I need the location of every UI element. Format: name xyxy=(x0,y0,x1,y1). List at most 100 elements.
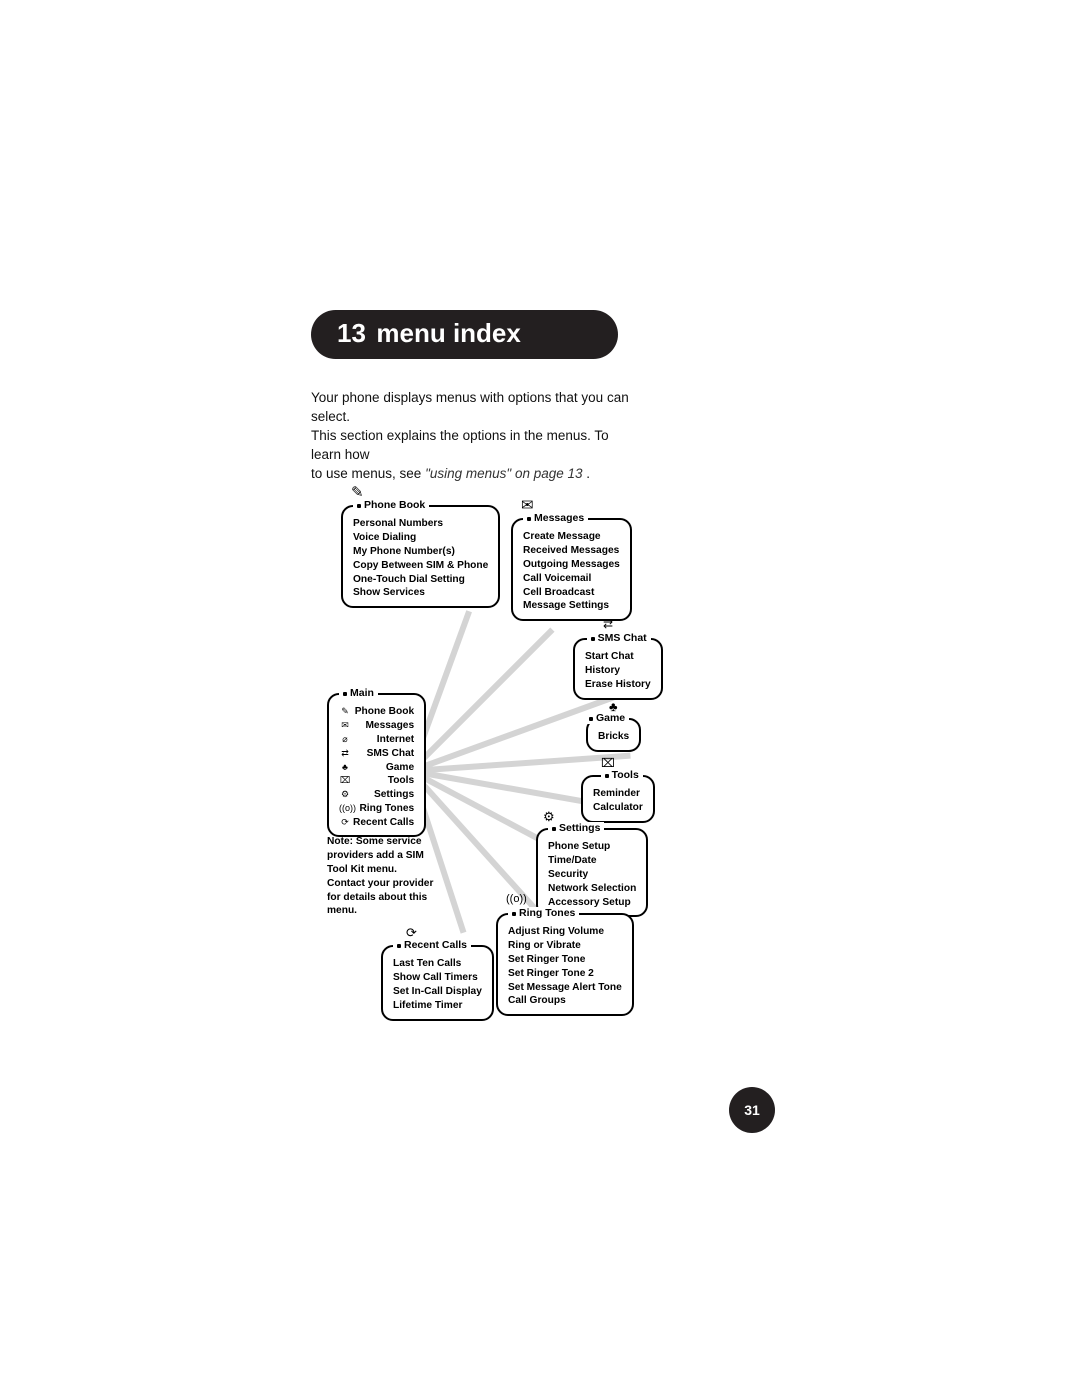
menu-item: Show Services xyxy=(353,586,488,600)
ringtones-icon: ((o)) xyxy=(506,893,527,905)
intro-crossref: "using menus" on page 13 xyxy=(425,466,582,481)
menu-box-title: Main xyxy=(339,687,378,699)
menu-box-ringtones: Ring Tones Adjust Ring Volume Ring or Vi… xyxy=(496,913,634,1016)
menu-item: ((o)) Ring Tones xyxy=(339,802,414,816)
menu-item-label: Messages xyxy=(365,720,414,731)
menu-box-title: Tools xyxy=(601,769,643,781)
menu-item: ⌀ Internet xyxy=(339,733,414,747)
page-number: 31 xyxy=(744,1102,760,1118)
menu-item-label: Ring Tones xyxy=(359,803,414,814)
page-number-badge: 31 xyxy=(729,1087,775,1133)
mini-icon: ⟳ xyxy=(339,816,351,828)
menu-item-label: Phone Book xyxy=(355,706,414,717)
chapter-number: 13 xyxy=(337,318,366,348)
menu-item-label: Recent Calls xyxy=(353,817,414,828)
menu-item: History xyxy=(585,664,651,678)
menu-item: ⚙ Settings xyxy=(339,788,414,802)
menu-item: Security xyxy=(548,868,636,882)
menu-item: Show Call Timers xyxy=(393,971,482,985)
menu-item: Lifetime Timer xyxy=(393,999,482,1013)
menu-item: Last Ten Calls xyxy=(393,957,482,971)
menu-box-title: Settings xyxy=(548,822,604,834)
intro-line: to use menus, see xyxy=(311,466,425,481)
menu-item: Time/Date xyxy=(548,854,636,868)
menu-items-list: Reminder Calculator xyxy=(593,787,643,815)
menu-item: ♣Game xyxy=(339,761,414,775)
menu-item: My Phone Number(s) xyxy=(353,545,488,559)
document-page: 13 menu index Your phone displays menus … xyxy=(311,310,791,1073)
menu-box-game: Game Bricks xyxy=(586,718,641,752)
chapter-heading-bar: 13 menu index xyxy=(311,310,618,359)
menu-item: Copy Between SIM & Phone xyxy=(353,559,488,573)
settings-icon: ⚙ xyxy=(543,809,555,825)
menu-item: Reminder xyxy=(593,787,643,801)
messages-icon: ✉ xyxy=(521,496,534,514)
menu-item-label: Internet xyxy=(377,734,414,745)
menu-box-title: Phone Book xyxy=(353,499,429,511)
menu-box-phonebook: Phone Book Personal Numbers Voice Dialin… xyxy=(341,505,500,608)
smschat-icon: ⇄ xyxy=(603,617,613,631)
menu-item: ⇄ SMS Chat xyxy=(339,747,414,761)
menu-item: ✎ Phone Book xyxy=(339,705,414,719)
menu-box-title: Recent Calls xyxy=(393,939,471,951)
mini-icon: ⚙ xyxy=(339,788,351,800)
menu-box-smschat: SMS Chat Start Chat History Erase Histor… xyxy=(573,638,663,699)
menu-items-list: Phone Setup Time/Date Security Network S… xyxy=(548,840,636,909)
menu-item: Bricks xyxy=(598,730,629,744)
phonebook-icon: ✎ xyxy=(351,483,364,501)
mini-icon: ⇄ xyxy=(339,747,351,759)
intro-line: . xyxy=(583,466,591,481)
menu-item: ✉ Messages xyxy=(339,719,414,733)
menu-item: Adjust Ring Volume xyxy=(508,925,622,939)
menu-item: Set In-Call Display xyxy=(393,985,482,999)
mini-icon: ✉ xyxy=(339,719,351,731)
menu-items-list: Last Ten Calls Show Call Timers Set In-C… xyxy=(393,957,482,1012)
menu-items-list: Bricks xyxy=(598,730,629,744)
menu-item: Erase History xyxy=(585,678,651,692)
game-icon: ♣ xyxy=(609,699,618,714)
mini-icon: ⌧ xyxy=(339,774,351,786)
menu-item: Voice Dialing xyxy=(353,531,488,545)
menu-item: Call Groups xyxy=(508,994,622,1008)
menu-item: ⌧Tools xyxy=(339,774,414,788)
menu-item: Outgoing Messages xyxy=(523,558,620,572)
menu-item: Set Ringer Tone 2 xyxy=(508,967,622,981)
menu-item: Create Message xyxy=(523,530,620,544)
menu-item: Call Voicemail xyxy=(523,572,620,586)
intro-paragraph: Your phone displays menus with options t… xyxy=(311,389,641,483)
connector-line xyxy=(409,628,555,774)
mini-icon: ((o)) xyxy=(339,802,351,814)
mini-icon: ✎ xyxy=(339,705,351,717)
mini-icon: ⌀ xyxy=(339,733,351,745)
menu-item: Start Chat xyxy=(585,650,651,664)
menu-items-list: Start Chat History Erase History xyxy=(585,650,651,691)
menu-box-main: Main ✎Phone Book ✉Messages ⌀Internet ⇄SM… xyxy=(327,693,426,837)
menu-box-settings: Settings Phone Setup Time/Date Security … xyxy=(536,828,648,917)
footnote-text: Note: Some service providers add a SIM T… xyxy=(327,835,437,918)
menu-box-recent: Recent Calls Last Ten Calls Show Call Ti… xyxy=(381,945,494,1020)
menu-item: Cell Broadcast xyxy=(523,586,620,600)
menu-item: Calculator xyxy=(593,801,643,815)
mini-icon: ♣ xyxy=(339,761,351,773)
intro-line: Your phone displays menus with options t… xyxy=(311,390,629,424)
menu-item: Set Message Alert Tone xyxy=(508,981,622,995)
menu-box-tools: Tools Reminder Calculator xyxy=(581,775,655,823)
menu-items-list: Personal Numbers Voice Dialing My Phone … xyxy=(353,517,488,600)
chapter-title: menu index xyxy=(376,318,520,348)
menu-items-list: Adjust Ring Volume Ring or Vibrate Set R… xyxy=(508,925,622,1008)
menu-item: Ring or Vibrate xyxy=(508,939,622,953)
menu-item: Phone Setup xyxy=(548,840,636,854)
menu-box-title: Ring Tones xyxy=(508,907,579,919)
menu-item-label: Settings xyxy=(374,789,414,800)
menu-box-title: Game xyxy=(585,712,629,724)
menu-box-messages: Messages Create Message Received Message… xyxy=(511,518,632,621)
menu-item-label: SMS Chat xyxy=(367,748,415,759)
menu-items-list: Create Message Received Messages Outgoin… xyxy=(523,530,620,613)
menu-items-list: ✎ Phone Book ✉ Messages ⌀ Internet ⇄ SMS Cha… xyxy=(339,705,414,829)
intro-line: This section explains the options in the… xyxy=(311,428,609,462)
menu-item: Message Settings xyxy=(523,599,620,613)
menu-diagram: ✎ Phone Book Personal Numbers Voice Dial… xyxy=(311,493,771,1073)
menu-item: Received Messages xyxy=(523,544,620,558)
menu-box-title: SMS Chat xyxy=(587,632,651,644)
menu-item: Set Ringer Tone xyxy=(508,953,622,967)
